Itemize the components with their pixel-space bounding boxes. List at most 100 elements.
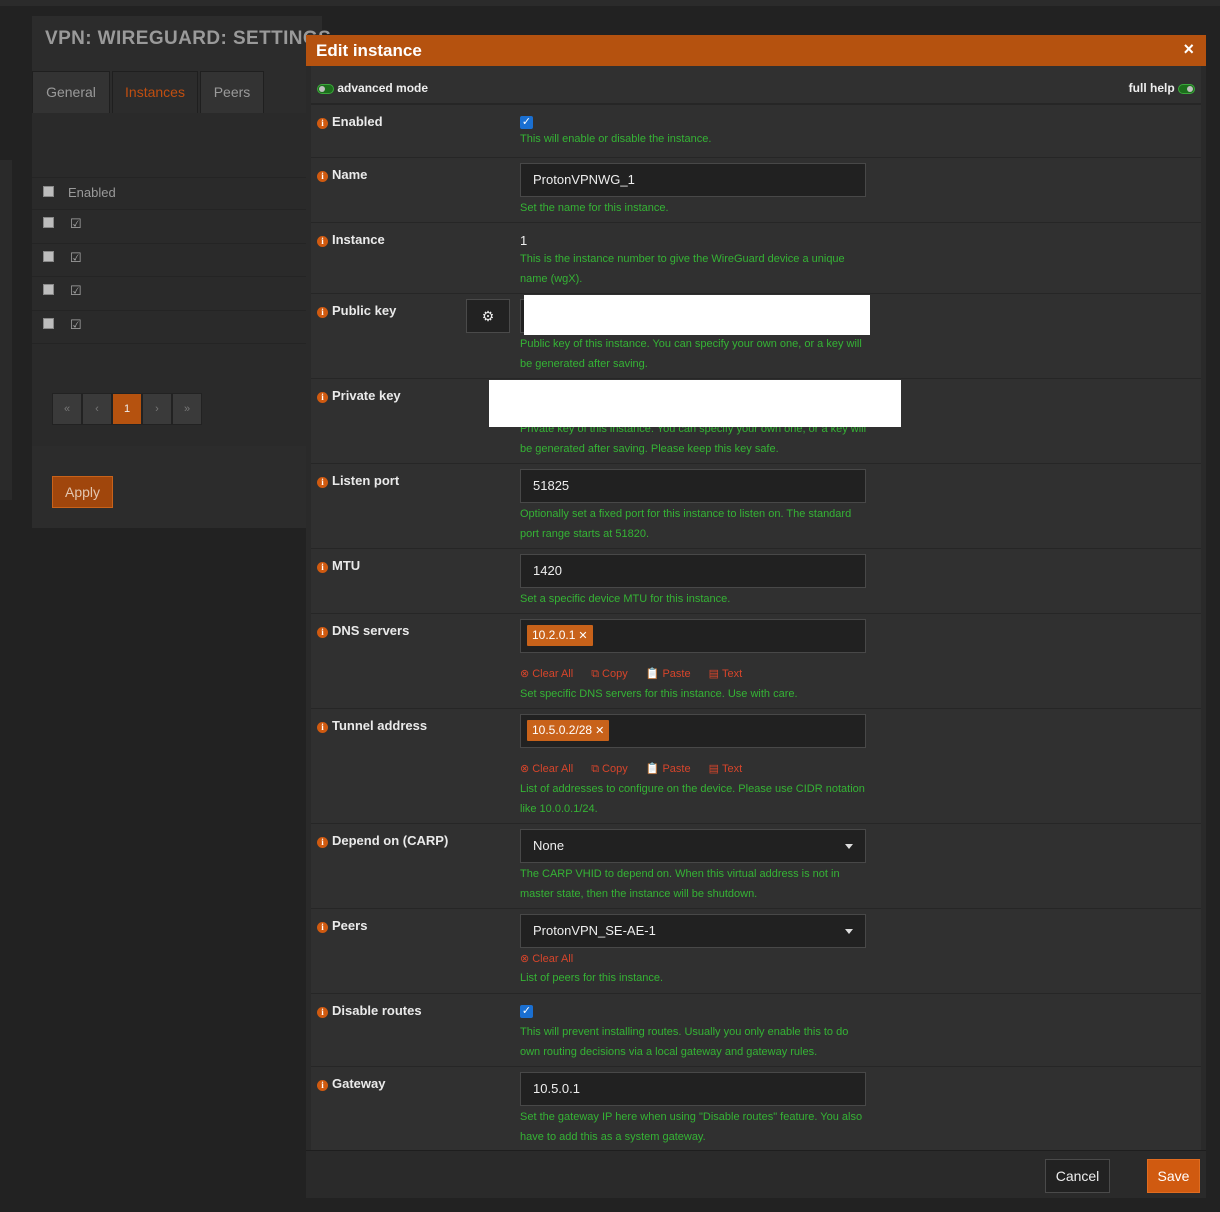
apply-button[interactable]: Apply xyxy=(52,476,113,508)
disable-routes-label: Disable routes xyxy=(332,1003,422,1018)
field-listen-port: i Listen port 51825 Optionally set a fixe… xyxy=(311,463,1201,548)
clear-all-link[interactable]: ⊗ Clear All xyxy=(520,763,582,775)
peers-select[interactable]: ProtonVPN_SE-AE-1 xyxy=(520,914,866,948)
row-select-checkbox[interactable] xyxy=(43,318,54,329)
field-mtu: i MTU 1420 Set a specific device MTU for … xyxy=(311,548,1201,613)
paste-link[interactable]: 📋 Paste xyxy=(646,763,700,775)
info-icon[interactable]: i xyxy=(317,562,328,573)
select-all-checkbox[interactable] xyxy=(43,186,54,197)
listen-port-label: Listen port xyxy=(332,473,400,488)
field-gateway: i Gateway 10.5.0.1 Set the gateway IP her… xyxy=(311,1066,1201,1150)
redaction-box xyxy=(524,295,870,335)
chevron-down-icon xyxy=(845,929,853,934)
info-icon[interactable]: i xyxy=(317,307,328,318)
background-sidebar xyxy=(0,160,12,500)
info-icon[interactable]: i xyxy=(317,722,328,733)
field-enabled: i Enabled ✓ This will enable or disable t… xyxy=(311,104,1201,157)
close-icon[interactable]: × xyxy=(1183,39,1194,60)
info-icon[interactable]: i xyxy=(317,392,328,403)
tab-general[interactable]: General xyxy=(32,71,110,113)
instance-help: This is the instance number to give the … xyxy=(520,253,845,285)
dns-servers-input[interactable]: 10.2.0.1 ✕ xyxy=(520,619,866,653)
next-page-button[interactable]: › xyxy=(142,393,172,425)
tunnel-address-help: List of addresses to configure on the de… xyxy=(520,783,865,815)
field-disable-routes: i Disable routes ✓ This will prevent inst… xyxy=(311,993,1201,1066)
dns-servers-label: DNS servers xyxy=(332,623,410,638)
mtu-help: Set a specific device MTU for this insta… xyxy=(520,593,731,605)
enabled-label: Enabled xyxy=(332,114,383,129)
public-key-label: Public key xyxy=(332,303,397,318)
text-link[interactable]: ▤ Text xyxy=(709,763,752,775)
depend-on-help: The CARP VHID to depend on. When this vi… xyxy=(520,868,840,900)
gateway-input[interactable]: 10.5.0.1 xyxy=(520,1072,866,1106)
mtu-label: MTU xyxy=(332,558,361,573)
clear-circle-icon: ⊗ xyxy=(520,763,530,775)
tunnel-address-token: 10.5.0.2/28 ✕ xyxy=(527,720,610,741)
last-page-button[interactable]: » xyxy=(172,393,202,425)
modal-header: Edit instance × xyxy=(306,35,1206,66)
prev-page-button[interactable]: ‹ xyxy=(82,393,112,425)
full-help-label: full help xyxy=(1128,81,1175,95)
enabled-check-icon: ☑ xyxy=(70,216,82,231)
modal-title: Edit instance xyxy=(316,41,422,60)
generate-keys-button[interactable]: ⚙ xyxy=(466,299,510,333)
copy-link[interactable]: ⧉ Copy xyxy=(591,668,637,680)
peers-label: Peers xyxy=(332,918,368,933)
info-icon[interactable]: i xyxy=(317,1080,328,1091)
enabled-checkbox[interactable]: ✓ xyxy=(520,116,533,129)
field-depend-on-carp: i Depend on (CARP) None The CARP VHID to … xyxy=(311,823,1201,908)
paste-link[interactable]: 📋 Paste xyxy=(646,668,700,680)
listen-port-help: Optionally set a fixed port for this ins… xyxy=(520,508,852,540)
name-input[interactable]: ProtonVPNWG_1 xyxy=(520,163,866,197)
peers-actions: ⊗ Clear All xyxy=(520,952,591,965)
info-icon[interactable]: i xyxy=(317,477,328,488)
page-1-button[interactable]: 1 xyxy=(112,393,142,425)
first-page-button[interactable]: « xyxy=(52,393,82,425)
clear-all-link[interactable]: ⊗ Clear All xyxy=(520,953,582,965)
remove-token-icon[interactable]: ✕ xyxy=(578,630,587,642)
info-icon[interactable]: i xyxy=(317,236,328,247)
info-icon[interactable]: i xyxy=(317,171,328,182)
info-icon[interactable]: i xyxy=(317,118,328,129)
dns-servers-help: Set specific DNS servers for this instan… xyxy=(520,688,798,700)
row-select-checkbox[interactable] xyxy=(43,284,54,295)
text-link[interactable]: ▤ Text xyxy=(709,668,752,680)
info-icon[interactable]: i xyxy=(317,627,328,638)
depend-on-label: Depend on (CARP) xyxy=(332,833,449,848)
row-select-checkbox[interactable] xyxy=(43,217,54,228)
remove-token-icon[interactable]: ✕ xyxy=(595,725,604,737)
depend-on-select[interactable]: None xyxy=(520,829,866,863)
info-icon[interactable]: i xyxy=(317,1007,328,1018)
tab-peers[interactable]: Peers xyxy=(200,71,264,113)
advanced-mode-toggle[interactable]: advanced mode xyxy=(317,81,428,95)
page-title: VPN: WIREGUARD: SETTINGS xyxy=(45,28,332,49)
tunnel-address-label: Tunnel address xyxy=(332,718,428,733)
tab-instances[interactable]: Instances xyxy=(112,71,198,113)
cancel-button[interactable]: Cancel xyxy=(1045,1159,1110,1193)
instance-value: 1 xyxy=(520,233,528,248)
save-button[interactable]: Save xyxy=(1147,1159,1200,1193)
full-help-toggle[interactable]: full help xyxy=(1129,81,1195,95)
peers-help: List of peers for this instance. xyxy=(520,972,664,984)
field-public-key: i Public key ⚙ Public key of this instanc… xyxy=(311,293,1201,378)
tunnel-address-input[interactable]: 10.5.0.2/28 ✕ xyxy=(520,714,866,748)
instance-label: Instance xyxy=(332,232,385,247)
toggle-icon xyxy=(317,83,334,94)
text-icon: ▤ xyxy=(708,763,719,775)
toggle-icon xyxy=(1178,83,1195,94)
clear-circle-icon: ⊗ xyxy=(520,953,530,965)
public-key-help: Public key of this instance. You can spe… xyxy=(520,338,862,370)
copy-link[interactable]: ⧉ Copy xyxy=(591,763,637,775)
disable-routes-checkbox[interactable]: ✓ xyxy=(520,1005,533,1018)
clear-all-link[interactable]: ⊗ Clear All xyxy=(520,668,582,680)
clear-circle-icon: ⊗ xyxy=(520,668,530,680)
mtu-input[interactable]: 1420 xyxy=(520,554,866,588)
row-select-checkbox[interactable] xyxy=(43,251,54,262)
dns-token: 10.2.0.1 ✕ xyxy=(527,625,593,646)
dns-token-actions: ⊗ Clear All ⧉ Copy 📋 Paste ▤ Text xyxy=(520,667,760,681)
info-icon[interactable]: i xyxy=(317,922,328,933)
info-icon[interactable]: i xyxy=(317,837,328,848)
mode-bar: advanced mode full help xyxy=(311,66,1201,104)
name-label: Name xyxy=(332,167,368,182)
listen-port-input[interactable]: 51825 xyxy=(520,469,866,503)
